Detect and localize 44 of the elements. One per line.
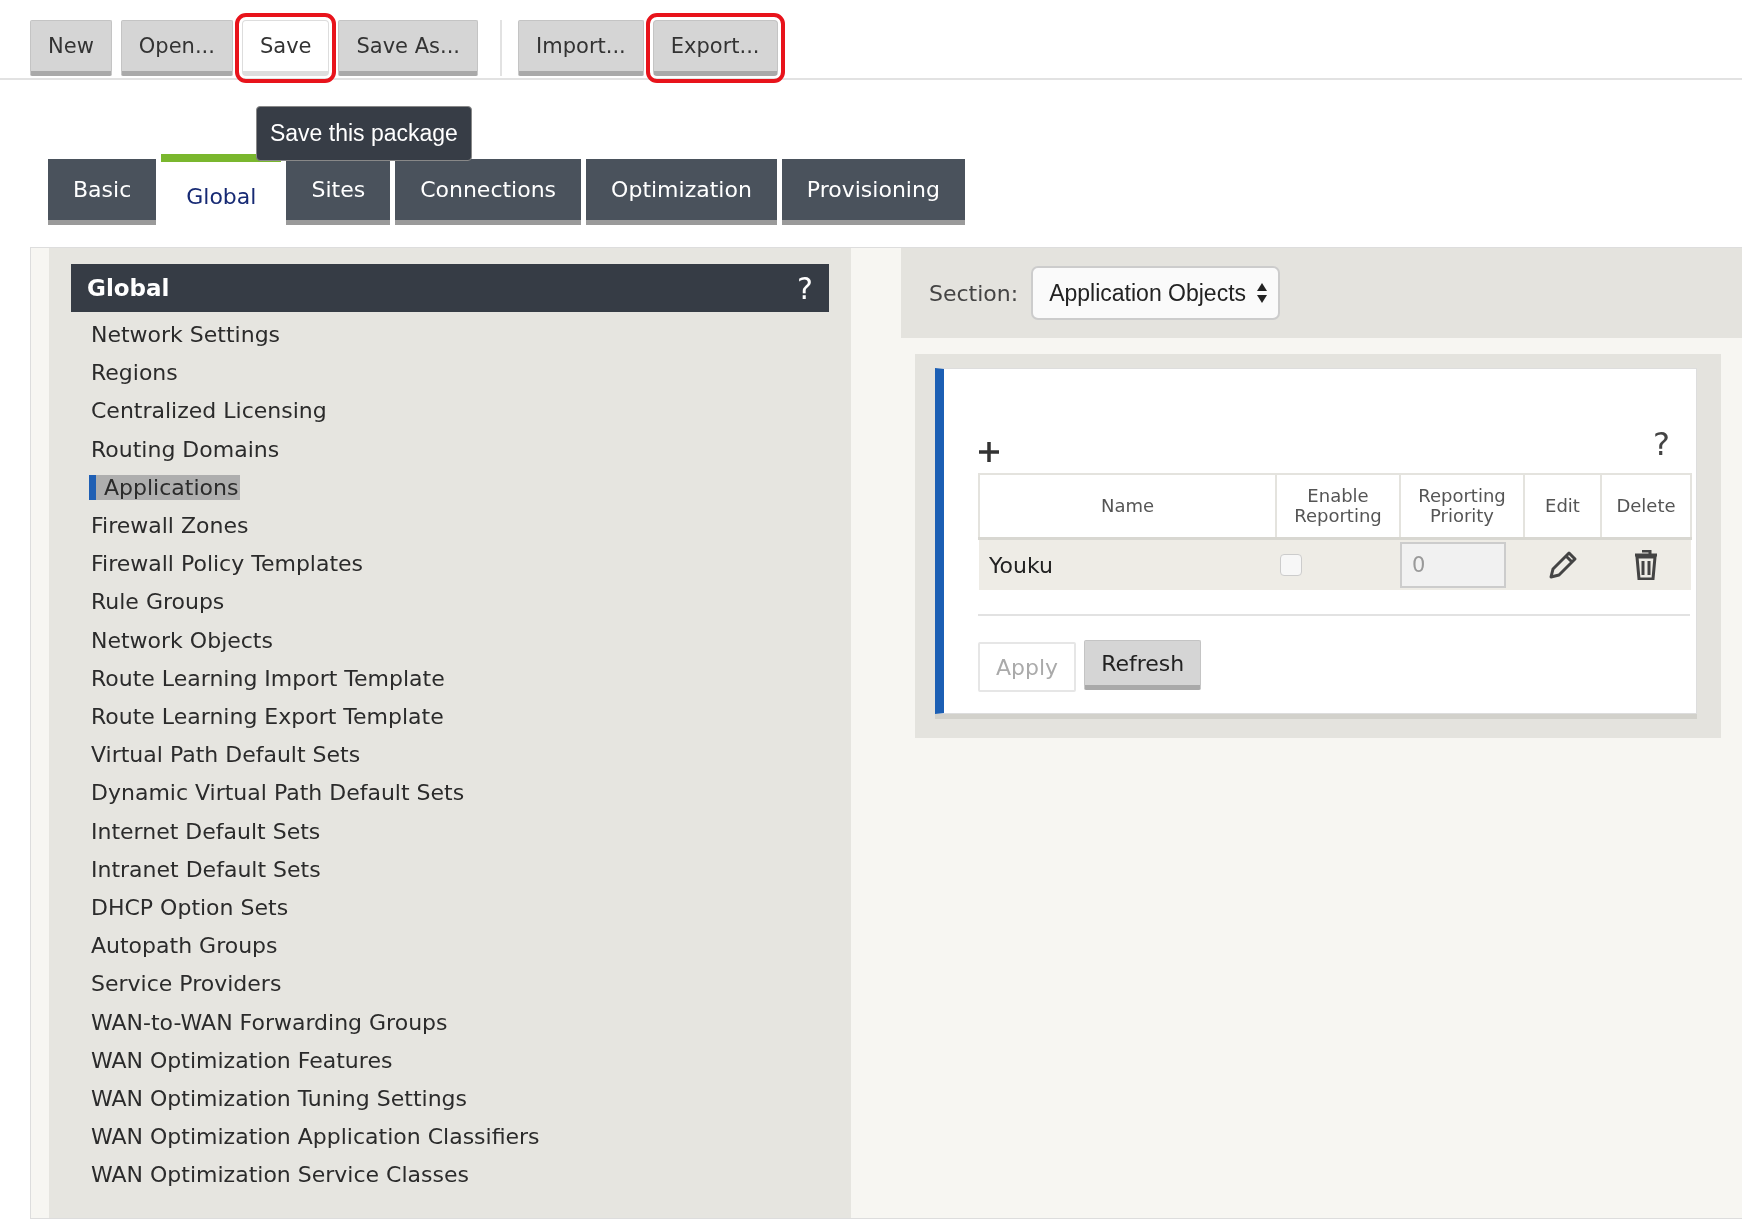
help-button[interactable]: ?	[797, 270, 813, 306]
sidebar-item[interactable]: Firewall Zones	[89, 513, 251, 538]
sidebar-item[interactable]: Centralized Licensing	[89, 398, 329, 424]
tab[interactable]: Basic	[48, 159, 157, 225]
sidebar-item[interactable]: Route Learning Export Template	[89, 704, 446, 730]
sidebar-item[interactable]: Route Learning Import Template	[89, 665, 447, 691]
sidebar-item[interactable]: DHCP Option Sets	[89, 895, 291, 921]
sidebar-item[interactable]: Autopath Groups	[89, 933, 280, 959]
tooltip: Save this package	[255, 106, 472, 161]
tab[interactable]: Optimization	[586, 159, 777, 225]
sidebar-item[interactable]: Virtual Path Default Sets	[89, 742, 363, 768]
section-select[interactable]: Application Objects	[1031, 266, 1281, 320]
tab[interactable]: Sites	[286, 159, 391, 225]
sidebar-item[interactable]: Firewall Policy Templates	[89, 551, 366, 577]
trash-icon[interactable]	[1633, 550, 1659, 580]
card-button[interactable]: Refresh	[1084, 640, 1202, 690]
sidebar-item[interactable]: WAN Optimization Service Classes	[89, 1162, 471, 1188]
sidebar-item[interactable]: Applications	[89, 474, 241, 500]
sidebar-item[interactable]: WAN Optimization Features	[89, 1047, 395, 1073]
sort-arrows-icon	[1256, 282, 1269, 304]
tab[interactable]: Connections	[395, 159, 582, 225]
sidebar-item[interactable]: Intranet Default Sets	[89, 856, 323, 882]
sidebar-item[interactable]: Dynamic Virtual Path Default Sets	[89, 780, 467, 806]
toolbar-button[interactable]: Save As...	[338, 20, 479, 76]
sidebar-item[interactable]: WAN Optimization Application Classifiers	[89, 1124, 542, 1150]
sidebar-item[interactable]: Routing Domains	[89, 436, 282, 462]
section-label: Section:	[929, 280, 1019, 306]
name-cell-text: Youku	[988, 552, 1053, 578]
sidebar-item[interactable]: Rule Groups	[89, 589, 227, 615]
help-button[interactable]: ?	[1653, 425, 1670, 463]
sidebar-title: Global	[87, 275, 170, 301]
checkbox[interactable]	[1280, 554, 1302, 576]
sidebar-item[interactable]: Regions	[89, 360, 180, 386]
toolbar-button[interactable]: Import...	[518, 20, 644, 76]
sidebar-item[interactable]: WAN-to-WAN Forwarding Groups	[89, 1009, 450, 1035]
add-icon[interactable]	[978, 441, 1000, 463]
sidebar-item[interactable]: Internet Default Sets	[89, 818, 323, 844]
sidebar-item[interactable]: Network Objects	[89, 627, 275, 653]
tab[interactable]: Provisioning	[781, 159, 965, 225]
sidebar-item[interactable]: Service Providers	[89, 971, 284, 997]
sidebar-item[interactable]: WAN Optimization Tuning Settings	[89, 1086, 469, 1112]
toolbar-button[interactable]: New	[30, 20, 112, 76]
toolbar-button[interactable]: Open...	[120, 20, 233, 76]
sidebar-item[interactable]: Network Settings	[89, 322, 283, 347]
